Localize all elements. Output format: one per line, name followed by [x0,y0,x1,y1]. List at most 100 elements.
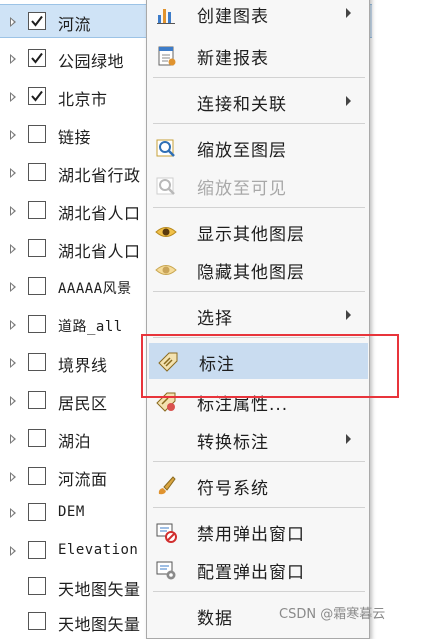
expand-arrow-icon[interactable] [10,396,16,406]
chart-icon [157,9,175,24]
layer-checkbox[interactable] [28,12,46,30]
layer-checkbox[interactable] [28,239,46,257]
layer-checkbox[interactable] [28,277,46,295]
expand-arrow-icon[interactable] [10,244,16,254]
layer-checkbox[interactable] [28,163,46,181]
layer-row[interactable]: 链接 [0,118,150,152]
eye-icon [155,227,177,237]
layer-row[interactable]: 境界线 [0,346,150,380]
expand-arrow-icon[interactable] [10,282,16,292]
watermark: CSDN @霜寒暮云 [279,607,386,622]
expand-arrow-icon[interactable] [10,320,16,330]
layer-row[interactable]: 天地图矢量 [0,570,150,604]
menu-item-new-report[interactable]: 新建报表 [147,37,369,73]
layer-row[interactable]: 湖北省行政 [0,156,150,190]
layer-name: 天地图矢量 [58,615,141,634]
menu-item-disable-popups[interactable]: 禁用弹出窗口 [147,513,369,549]
layer-checkbox[interactable] [28,577,46,595]
menu-item-label: 配置弹出窗口 [197,563,305,583]
expand-arrow-icon[interactable] [10,54,16,64]
expand-arrow-icon[interactable] [10,168,16,178]
expand-arrow-icon[interactable] [10,358,16,368]
menu-item-label: 创建图表 [197,7,269,27]
layer-name: 链接 [58,128,92,147]
menu-item-label: 隐藏其他图层 [197,263,305,283]
layer-name: 河流面 [58,470,108,489]
layer-checkbox[interactable] [28,467,46,485]
layer-name: 居民区 [58,394,108,413]
layer-name: 天地图矢量 [58,580,141,599]
menu-item-show-other-layers[interactable]: 显示其他图层 [147,213,369,249]
layer-row[interactable]: 北京市 [0,80,150,114]
menu-separator [153,207,365,208]
layer-checkbox[interactable] [28,503,46,521]
expand-arrow-icon[interactable] [10,206,16,216]
layer-name: 河流 [58,15,92,34]
layer-checkbox[interactable] [28,201,46,219]
layer-name: DEM [58,504,85,520]
menu-item-configure-popups[interactable]: 配置弹出窗口 [147,551,369,587]
menu-item-label: 禁用弹出窗口 [197,525,305,545]
menu-separator [153,291,365,292]
menu-separator [153,77,365,78]
menu-item-label: 缩放至图层 [197,141,287,161]
popup-configure-icon [156,561,176,580]
menu-item-label: 连接和关联 [197,95,287,115]
expand-arrow-icon[interactable] [10,17,16,27]
layer-row[interactable]: Elevation [0,534,150,568]
layer-checkbox[interactable] [28,49,46,67]
menu-item-convert-labels[interactable]: 转换标注 [147,421,369,457]
submenu-arrow-icon [346,310,351,320]
layer-name: 湖泊 [58,432,92,451]
menu-item-hide-other-layers[interactable]: 隐藏其他图层 [147,251,369,287]
layer-name: Elevation [58,542,139,558]
layer-name: 湖北省行政 [58,166,141,185]
menu-separator [153,123,365,124]
layer-checkbox[interactable] [28,353,46,371]
layer-name: 湖北省人口 [58,204,141,223]
layer-name: 道路_all [58,319,123,335]
menu-item-label: 数据 [197,609,233,629]
expand-arrow-icon[interactable] [10,472,16,482]
layer-name: 湖北省人口 [58,242,141,261]
menu-item-zoom-to-visible: 缩放至可见 [147,167,369,203]
expand-arrow-icon[interactable] [10,130,16,140]
layer-row[interactable]: 公园绿地 [0,42,150,76]
menu-item-label: 缩放至可见 [197,179,287,199]
layer-checkbox[interactable] [28,612,46,630]
layer-checkbox[interactable] [28,87,46,105]
layer-name: 境界线 [58,356,108,375]
checkmark-icon [31,15,43,27]
expand-arrow-icon[interactable] [10,508,16,518]
layer-checkbox[interactable] [28,429,46,447]
menu-item-label: 显示其他图层 [197,225,305,245]
popup-disable-icon [156,523,177,543]
layer-row[interactable]: 湖北省人口 [0,232,150,266]
layer-row[interactable]: 河流面 [0,460,150,494]
zoom-to-layer-icon [156,139,175,157]
menu-item-symbology[interactable]: 符号系统 [147,467,369,503]
expand-arrow-icon[interactable] [10,434,16,444]
layer-name: 北京市 [58,90,108,109]
layer-row[interactable]: 湖泊 [0,422,150,456]
menu-item-zoom-to-layer[interactable]: 缩放至图层 [147,129,369,165]
layer-checkbox[interactable] [28,125,46,143]
layer-checkbox[interactable] [28,315,46,333]
menu-item-joins-relates[interactable]: 连接和关联 [147,83,369,119]
expand-arrow-icon[interactable] [10,546,16,556]
layer-checkbox[interactable] [28,541,46,559]
layer-row[interactable]: AAAAA风景 [0,270,150,304]
annotation-highlight-box [141,334,399,398]
menu-separator [153,591,365,592]
layer-row[interactable]: 湖北省人口 [0,194,150,228]
expand-arrow-icon[interactable] [10,92,16,102]
menu-item-label: 新建报表 [197,49,269,69]
checkmark-icon [31,52,43,64]
layer-checkbox[interactable] [28,391,46,409]
layer-row[interactable]: 道路_all [0,308,150,342]
layer-row[interactable]: 居民区 [0,384,150,418]
menu-item-selection[interactable]: 选择 [147,297,369,333]
menu-separator [153,461,365,462]
menu-item-create-chart[interactable]: 创建图表 [147,0,369,31]
layer-row[interactable]: DEM [0,496,150,530]
